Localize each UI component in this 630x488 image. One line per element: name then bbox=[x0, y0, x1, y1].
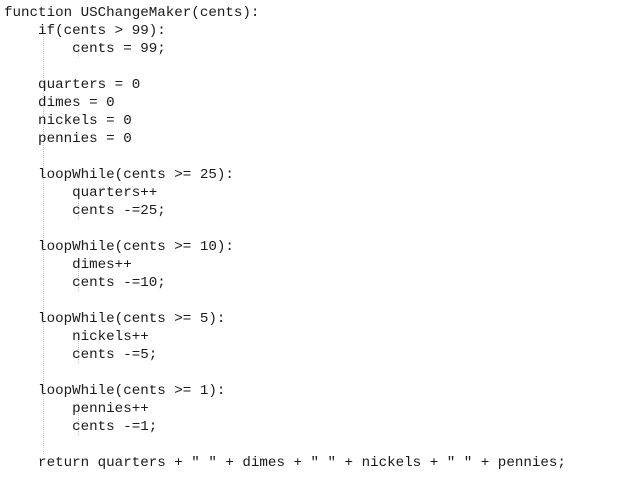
code-line: dimes++ bbox=[4, 257, 132, 273]
code-line: function USChangeMaker(cents): bbox=[4, 5, 260, 21]
code-line: loopWhile(cents >= 25): bbox=[4, 167, 234, 183]
code-line: quarters++ bbox=[4, 185, 158, 201]
code-line: quarters = 0 bbox=[4, 77, 141, 93]
code-line: cents -=5; bbox=[4, 347, 158, 363]
code-line: if(cents > 99): bbox=[4, 23, 166, 39]
code-line: cents -=10; bbox=[4, 275, 166, 291]
code-line: nickels = 0 bbox=[4, 113, 132, 129]
code-line: cents -=25; bbox=[4, 203, 166, 219]
code-editor-view[interactable]: function USChangeMaker(cents): if(cents … bbox=[0, 0, 630, 488]
code-line: cents -=1; bbox=[4, 419, 158, 435]
code-line: loopWhile(cents >= 10): bbox=[4, 239, 234, 255]
code-line: pennies = 0 bbox=[4, 131, 132, 147]
code-line: loopWhile(cents >= 5): bbox=[4, 311, 226, 327]
code-line: pennies++ bbox=[4, 401, 149, 417]
code-line: cents = 99; bbox=[4, 41, 166, 57]
code-line: return quarters + " " + dimes + " " + ni… bbox=[4, 455, 566, 471]
code-lines: function USChangeMaker(cents): if(cents … bbox=[4, 4, 566, 472]
code-line: loopWhile(cents >= 1): bbox=[4, 383, 226, 399]
code-line: dimes = 0 bbox=[4, 95, 115, 111]
code-line: nickels++ bbox=[4, 329, 149, 345]
